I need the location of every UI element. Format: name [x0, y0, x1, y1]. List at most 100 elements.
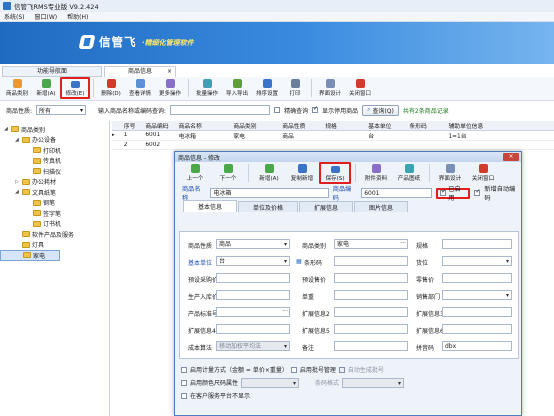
import-export-button[interactable]: 导入导出 [222, 77, 252, 99]
ext3-input[interactable] [442, 307, 512, 317]
column-header[interactable]: 基本单位 [366, 121, 407, 130]
dialog-ui-design-button[interactable]: 界面设计 [434, 162, 466, 184]
batch-ops-button[interactable]: 批量操作 [192, 77, 222, 99]
add-button[interactable]: 新增(A) [32, 77, 60, 99]
dialog-product-drawings-button[interactable]: 产品图纸 [393, 162, 425, 184]
tree-node[interactable]: 签字笔 [0, 208, 109, 219]
tree-node[interactable]: 扫描仪 [0, 166, 109, 177]
pinyin-input[interactable]: dbx [442, 341, 512, 351]
close-window-button[interactable]: 关闭窗口 [345, 77, 375, 99]
print-button[interactable]: 打印 [282, 77, 308, 99]
column-header[interactable]: 商品编码 [143, 121, 176, 130]
barcode-input[interactable] [334, 256, 408, 266]
ui-design-label: 界面设计 [318, 91, 341, 97]
tree-node[interactable]: ◢ 文具纸笔 [0, 187, 109, 198]
search-input[interactable] [170, 105, 271, 115]
tab-function-nav[interactable]: 功能导航面 [2, 66, 102, 77]
retail-input[interactable] [442, 273, 512, 283]
tree-node[interactable]: 订书机 [0, 219, 109, 230]
cost-select[interactable]: 移动加权平均法 [216, 341, 290, 351]
location-select[interactable] [442, 256, 512, 266]
tree-node[interactable]: ◢ 办公设备 [0, 135, 109, 146]
enabled-checkbox[interactable] [440, 188, 446, 196]
tree-node[interactable]: 打印机 [0, 145, 109, 156]
tab-basic-info[interactable]: 基本信息 [183, 200, 238, 212]
product-prop-select[interactable]: 所有 ▾ [36, 105, 87, 115]
tab-unit-price[interactable]: 单位及价格 [238, 201, 299, 212]
tree-toggle-icon[interactable]: ◢ [4, 126, 9, 132]
unit-weight-input[interactable] [334, 290, 408, 300]
column-header[interactable]: 商品性质 [280, 121, 323, 130]
ext2-input[interactable] [334, 307, 408, 317]
std-picker[interactable] [216, 307, 290, 317]
table-row[interactable]: ▸ 1 6001 电冰箱 家电 商品 台 1=1台 [112, 131, 554, 141]
enabled-toggle[interactable]: 已启用 [436, 186, 471, 202]
menu-system[interactable]: 系统(S) [4, 12, 25, 21]
product-code-input[interactable]: 6001 [361, 188, 433, 198]
more-actions-button[interactable]: 更多操作 [155, 77, 185, 99]
tree-node[interactable]: 软件产品及服务 [0, 229, 109, 240]
unit-select[interactable]: 台 [216, 256, 290, 266]
column-header[interactable]: 序号 [122, 121, 144, 130]
table-row[interactable]: 2 6002 [112, 141, 554, 150]
tab-extended-info[interactable]: 扩展信息 [299, 201, 354, 212]
exact-query-checkbox[interactable] [274, 107, 281, 113]
ext4-input[interactable] [216, 324, 290, 334]
view-details-button[interactable]: 查看详情 [125, 77, 155, 99]
column-header[interactable]: 商品类别 [231, 121, 280, 130]
column-header[interactable]: 辅助单位信息 [446, 121, 554, 130]
remark-input[interactable] [334, 341, 408, 351]
dialog-close-window-button[interactable]: 关闭窗口 [467, 162, 499, 184]
tree-node[interactable]: ◢ 商品类别 [0, 124, 109, 135]
column-header[interactable]: 商品名称 [177, 121, 232, 130]
ext5-input[interactable] [334, 324, 408, 334]
tree-toggle-icon[interactable]: ◢ [15, 189, 20, 195]
category-button[interactable]: 商品类别 [2, 77, 32, 99]
tree-node[interactable]: 钢笔 [0, 198, 109, 209]
meter-checkbox[interactable] [181, 366, 187, 373]
tree-node[interactable]: 家电 [0, 250, 60, 261]
delete-button[interactable]: 删除(D) [97, 77, 125, 99]
pre-purchase-input[interactable] [216, 273, 290, 283]
tree-toggle-icon[interactable]: ▷ [15, 179, 20, 185]
menu-help[interactable]: 帮助(H) [67, 12, 88, 21]
barcode-format-select[interactable] [342, 377, 405, 388]
tree-toggle-icon[interactable]: ◢ [15, 137, 20, 143]
auto-batch-checkbox[interactable] [338, 366, 345, 373]
origin-input[interactable] [216, 290, 290, 300]
dialog-close-button[interactable]: × [503, 153, 519, 161]
edit-button[interactable]: 修改(E) [60, 77, 90, 99]
barcode-format-label: 条码格式 [315, 380, 340, 387]
close-tab-icon[interactable]: × [167, 67, 172, 77]
batch-checkbox[interactable] [290, 366, 297, 373]
dialog-attachments-button[interactable]: 附件资料 [360, 162, 392, 184]
ext6-input[interactable] [442, 324, 512, 334]
dialog-copy-add-button[interactable]: 复制新增 [286, 162, 318, 184]
tree-node[interactable]: 灯具 [0, 240, 109, 251]
color-size-select[interactable] [241, 377, 300, 388]
dialog-previous-button[interactable]: 上一个 [179, 162, 211, 184]
pre-sale-input[interactable] [334, 273, 408, 283]
auto-code-checkbox[interactable] [474, 188, 480, 196]
sort-settings-button[interactable]: 排序设置 [252, 77, 282, 99]
tab-product-info[interactable]: 商品信息 × [104, 66, 176, 77]
category-picker[interactable]: 家电 [334, 239, 408, 249]
color-size-checkbox[interactable] [181, 379, 187, 386]
tree-node[interactable]: 传真机 [0, 156, 109, 167]
prop-select[interactable]: 商品 [216, 239, 290, 249]
dialog-next-button[interactable]: 下一个 [212, 162, 244, 184]
sales-dept-select[interactable] [442, 290, 512, 300]
column-header[interactable]: 条形码 [407, 121, 446, 130]
query-button[interactable]: ⌕ 查询(Q) [362, 104, 399, 116]
ui-design-button[interactable]: 界面设计 [315, 77, 345, 99]
menu-window[interactable]: 窗口(W) [35, 12, 58, 21]
column-header[interactable]: 规格 [323, 121, 366, 130]
dialog-save-button[interactable]: 保存(S) [319, 162, 351, 184]
hide-on-platform-checkbox[interactable] [181, 392, 187, 399]
dialog-add-button[interactable]: 新增(A) [253, 162, 285, 184]
tab-image-info[interactable]: 图片信息 [354, 201, 409, 212]
product-name-input[interactable]: 电冰箱 [210, 188, 329, 198]
show-disabled-checkbox[interactable] [312, 105, 318, 113]
spec-input[interactable] [442, 239, 512, 249]
tree-node[interactable]: ▷ 办公耗材 [0, 177, 109, 188]
